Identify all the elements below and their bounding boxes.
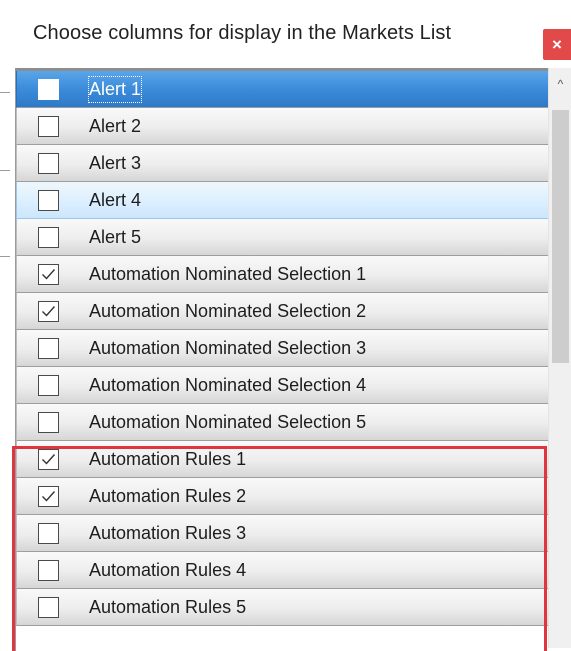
list-item-label: Automation Nominated Selection 1 (89, 264, 367, 284)
scroll-thumb[interactable] (552, 110, 569, 363)
list-item[interactable]: Alert 5 (16, 219, 549, 256)
checkbox[interactable] (38, 449, 59, 470)
list-item-label: Automation Nominated Selection 2 (89, 301, 367, 321)
checkbox[interactable] (38, 338, 59, 359)
chevron-up-icon[interactable]: ^ (549, 73, 571, 95)
list-item[interactable]: Automation Rules 5 (16, 589, 549, 626)
list-item[interactable]: Automation Rules 1 (16, 441, 549, 478)
list-item-label: Automation Nominated Selection 3 (89, 338, 367, 358)
window-edge-divider (0, 92, 10, 93)
list-item-label: Automation Rules 1 (89, 449, 247, 469)
list-item-label: Automation Rules 4 (89, 560, 247, 580)
list-item[interactable]: Automation Nominated Selection 1 (16, 256, 549, 293)
list-item[interactable]: Automation Nominated Selection 2 (16, 293, 549, 330)
list-item-label: Alert 5 (89, 227, 142, 247)
vertical-scrollbar[interactable]: ^ (548, 68, 571, 648)
column-checklist[interactable]: Alert 1 Alert 2 Alert 3 Alert 4 Alert 5 Autom… (15, 68, 549, 651)
window-edge-divider (0, 256, 10, 257)
list-item-label: Automation Rules 3 (89, 523, 247, 543)
checkbox[interactable] (38, 190, 59, 211)
checkbox[interactable] (38, 301, 59, 322)
checkbox[interactable] (38, 227, 59, 248)
checkmark-icon (42, 269, 56, 280)
list-item-label: Automation Rules 2 (89, 486, 247, 506)
list-item[interactable]: Automation Rules 3 (16, 515, 549, 552)
checkbox[interactable] (38, 523, 59, 544)
list-item[interactable]: Alert 4 (16, 182, 549, 219)
list-item-label: Automation Nominated Selection 4 (89, 375, 367, 395)
checkmark-icon (42, 306, 56, 317)
close-icon[interactable]: × (543, 29, 571, 60)
list-item[interactable]: Alert 2 (16, 108, 549, 145)
checkbox[interactable] (38, 264, 59, 285)
window-edge-divider (0, 170, 10, 171)
list-item-label: Alert 4 (89, 190, 142, 210)
list-item-label: Automation Rules 5 (89, 597, 247, 617)
checkbox[interactable] (38, 486, 59, 507)
list-item[interactable]: Alert 1 (16, 71, 549, 108)
list-item[interactable]: Automation Nominated Selection 3 (16, 330, 549, 367)
checkbox[interactable] (38, 412, 59, 433)
checkbox[interactable] (38, 116, 59, 137)
checkbox[interactable] (38, 597, 59, 618)
list-item-label: Alert 2 (89, 116, 142, 136)
dialog-title: Choose columns for display in the Market… (33, 22, 452, 44)
list-item-label: Automation Nominated Selection 5 (89, 412, 367, 432)
checkbox[interactable] (38, 375, 59, 396)
list-item[interactable]: Alert 3 (16, 145, 549, 182)
list-item[interactable]: Automation Nominated Selection 4 (16, 367, 549, 404)
checkmark-icon (42, 454, 56, 465)
list-item[interactable]: Automation Nominated Selection 5 (16, 404, 549, 441)
list-item[interactable]: Automation Rules 4 (16, 552, 549, 589)
checkbox[interactable] (38, 560, 59, 581)
list-item-label: Alert 3 (89, 153, 142, 173)
list-item-label: Alert 1 (83, 71, 147, 108)
checkbox[interactable] (38, 79, 59, 100)
checkmark-icon (42, 491, 56, 502)
list-item[interactable]: Automation Rules 2 (16, 478, 549, 515)
checkbox[interactable] (38, 153, 59, 174)
